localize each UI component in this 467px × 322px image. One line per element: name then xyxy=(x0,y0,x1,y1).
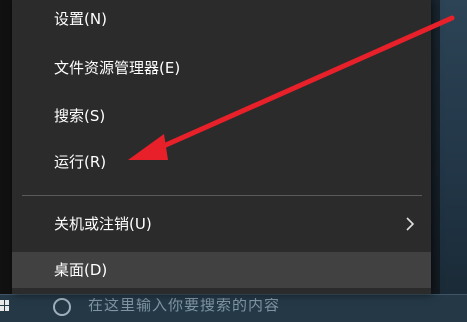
menu-divider xyxy=(22,195,422,196)
menu-item-file-explorer[interactable]: 文件资源管理器(E) xyxy=(12,50,431,86)
desktop-edge xyxy=(0,0,12,300)
search-icon[interactable] xyxy=(53,298,71,316)
menu-item-run[interactable]: 运行(R) xyxy=(12,144,431,180)
desktop-wallpaper xyxy=(440,0,467,300)
menu-item-label: 关机或注销(U) xyxy=(54,215,152,233)
context-menu: 设置(N) 文件资源管理器(E) 搜索(S) 运行(R) 关机或注销(U) 桌面… xyxy=(12,0,431,294)
menu-item-shutdown-signout[interactable]: 关机或注销(U) xyxy=(12,206,431,242)
taskbar-search-input[interactable]: 在这里输入你要搜索的内容 xyxy=(88,298,338,313)
menu-item-settings[interactable]: 设置(N) xyxy=(12,1,431,37)
windows-logo-icon[interactable] xyxy=(0,300,10,314)
chevron-right-icon xyxy=(406,217,415,231)
menu-item-desktop[interactable]: 桌面(D) xyxy=(12,252,431,288)
menu-item-search[interactable]: 搜索(S) xyxy=(12,98,431,134)
